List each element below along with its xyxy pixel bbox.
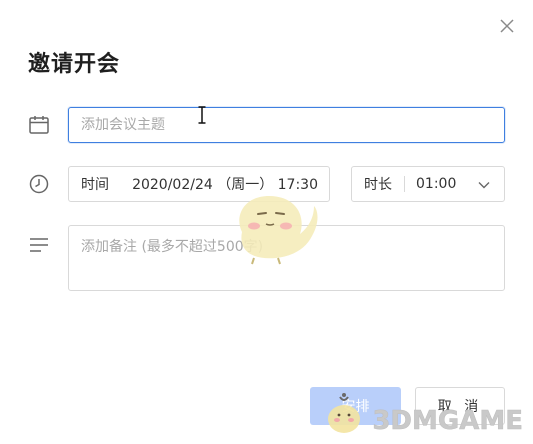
watermark-mascot-icon <box>328 393 361 433</box>
watermark: 3DMGAME <box>318 393 523 438</box>
mascot-illustration <box>239 196 318 265</box>
duration-select[interactable]: 时长 01:00 <box>351 166 505 202</box>
watermark-text: 3DMGAME <box>372 406 523 437</box>
duration-label: 时长 <box>364 177 392 193</box>
invite-meeting-dialog: 邀请开会 时间 2020/02/24 （周一） 17:30 时长 01:00 <box>0 0 533 444</box>
close-icon <box>500 19 514 33</box>
chevron-down-icon <box>478 182 490 189</box>
meeting-subject-input[interactable] <box>68 107 505 143</box>
duration-value: 01:00 <box>416 176 457 192</box>
notes-icon <box>28 234 50 256</box>
text-cursor-icon <box>197 105 207 125</box>
dialog-title: 邀请开会 <box>28 52 121 77</box>
calendar-icon <box>28 114 50 136</box>
clock-icon <box>28 173 50 195</box>
time-label: 时间 <box>81 177 109 193</box>
close-button[interactable] <box>497 16 517 36</box>
